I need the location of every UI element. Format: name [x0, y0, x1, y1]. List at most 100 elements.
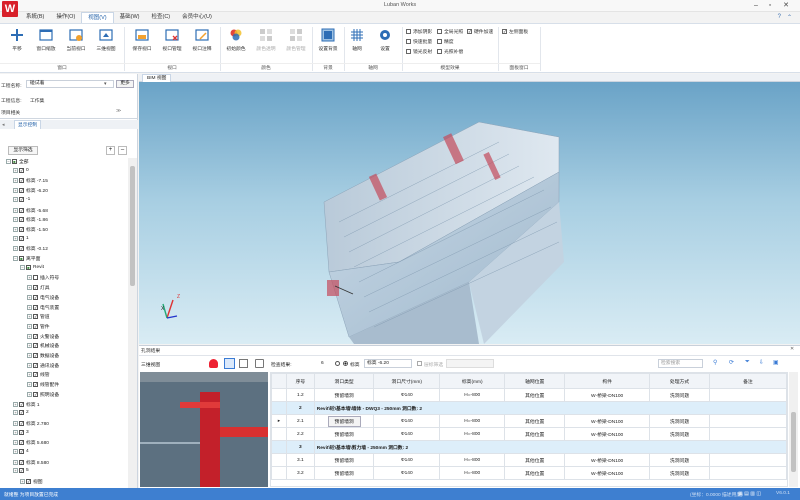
expand-icon[interactable]: +: [13, 207, 18, 213]
3d-view-button[interactable]: 三维视图: [92, 26, 120, 60]
table-row[interactable]: 2.2 预留墙洞 Φ140 H=-800 其他位置 W-桥梁-DN100 洗洞问题: [271, 427, 787, 441]
color-transparent-button[interactable]: 颜色透明: [252, 26, 280, 60]
minimize-button[interactable]: –: [750, 1, 762, 11]
column-header[interactable]: 标高(mm): [439, 373, 506, 389]
tree-checkbox[interactable]: ✓: [33, 353, 38, 358]
expand-icon[interactable]: +: [27, 304, 32, 310]
tree-item[interactable]: + ✓ 管件: [27, 323, 50, 330]
tree-checkbox[interactable]: ✓: [33, 333, 38, 339]
column-header[interactable]: 轴网位置: [504, 373, 565, 389]
tree-checkbox[interactable]: ✓: [19, 459, 24, 465]
tree-checkbox[interactable]: ✓: [33, 343, 38, 349]
expand-icon[interactable]: +: [13, 468, 18, 474]
tree-item[interactable]: + 插入符号: [27, 274, 59, 281]
tree-item[interactable]: + ✓ 标高 -6.20: [13, 187, 48, 194]
tree-checkbox[interactable]: ✓: [19, 178, 24, 184]
tree-checkbox[interactable]: ✓: [19, 226, 24, 232]
check-specular[interactable]: 镜光反射: [406, 48, 432, 55]
tree-item[interactable]: + ✓ 火警设备: [27, 333, 59, 340]
column-header[interactable]: 洞口类型: [313, 373, 375, 389]
tree-item[interactable]: + ✓ 标高 8.580: [13, 459, 49, 466]
menu-member[interactable]: 会员中心(U): [176, 12, 218, 23]
tree-checkbox[interactable]: ✓: [19, 235, 24, 241]
tree-item[interactable]: − ■ 全部: [6, 158, 29, 165]
checkbox[interactable]: [406, 29, 411, 34]
tree-checkbox[interactable]: ✓: [19, 468, 24, 474]
tree-checkbox[interactable]: ✓: [19, 188, 24, 194]
checkbox[interactable]: [437, 29, 442, 34]
radio-level[interactable]: [343, 361, 348, 366]
collapse-ribbon-icon[interactable]: ⌃: [787, 14, 792, 21]
current-viewport-button[interactable]: 当前视口: [62, 26, 90, 60]
expand-icon[interactable]: +: [27, 333, 32, 339]
expand-icon[interactable]: +: [13, 459, 18, 465]
color-manage-button[interactable]: 颜色管理: [282, 26, 310, 60]
check-fast-batch[interactable]: 快速批量: [406, 38, 432, 45]
panel-close-icon[interactable]: ✕: [790, 346, 794, 352]
settings-button[interactable]: 设置: [372, 26, 398, 60]
expand-icon[interactable]: +: [13, 196, 18, 202]
tree-item[interactable]: + ✓ 标高 2.780: [13, 420, 49, 427]
bim-3d-viewport[interactable]: Z X: [139, 82, 800, 344]
restore-button[interactable]: ▫: [764, 1, 776, 11]
tree-checkbox[interactable]: ✓: [19, 449, 24, 454]
expand-icon[interactable]: +: [27, 343, 32, 349]
tree-checkbox[interactable]: [33, 275, 38, 281]
tree-item[interactable]: + ✓ 2: [13, 410, 29, 416]
tree-item[interactable]: + ✓ 标高 1: [13, 401, 40, 408]
search-input[interactable]: 检索搜索: [658, 359, 703, 368]
layer-filter-select[interactable]: [446, 359, 494, 368]
check-global-light[interactable]: 全局光照: [437, 28, 463, 35]
expand-icon[interactable]: +: [13, 178, 18, 184]
tree-item[interactable]: − ■ Revit: [20, 264, 44, 270]
tree-item[interactable]: − ■ 离平面: [13, 255, 40, 262]
project-name-select[interactable]: 碰试着: [26, 80, 114, 88]
expand-icon[interactable]: +: [13, 235, 18, 241]
check-precision[interactable]: 精度: [437, 38, 454, 45]
tree-item[interactable]: + ✓ 4: [13, 449, 29, 454]
tree-item[interactable]: + ✓ 标高 -1.86: [13, 216, 48, 223]
tab-display-control[interactable]: 显示控制: [14, 120, 42, 129]
expand-icon[interactable]: +: [27, 362, 32, 368]
checkbox[interactable]: [406, 49, 411, 54]
tree-checkbox[interactable]: ✓: [19, 196, 24, 202]
table-row[interactable]: 1.2 预留墙洞 Φ140 H=-800 其他位置 W-桥梁-DN100 洗洞问题: [271, 388, 787, 402]
close-button[interactable]: ✕: [780, 1, 792, 11]
viewport-note-button[interactable]: 视口注释: [188, 26, 216, 60]
initial-color-button[interactable]: 初始颜色: [222, 26, 250, 60]
expand-icon[interactable]: +: [13, 429, 18, 435]
tree-checkbox[interactable]: ✓: [19, 410, 24, 416]
expand-icon[interactable]: +: [27, 372, 32, 378]
pan-button[interactable]: 平移: [4, 26, 30, 60]
fit-view-icon[interactable]: [224, 358, 235, 369]
tree-item[interactable]: + ✓ -1: [13, 196, 30, 202]
hole-type-select[interactable]: 预留墙洞: [327, 415, 361, 427]
menu-system[interactable]: 系統(B): [20, 12, 50, 23]
checkbox[interactable]: ✓: [467, 29, 472, 34]
tree-checkbox[interactable]: ✓: [33, 362, 38, 368]
tree-checkbox[interactable]: ✓: [19, 420, 24, 426]
tree-checkbox[interactable]: ■: [12, 159, 17, 164]
menu-base[interactable]: 基础(W): [114, 12, 146, 23]
tree-item[interactable]: + ✓ 灯具: [27, 284, 50, 291]
tree-item[interactable]: + ✓ 0: [13, 167, 29, 173]
table-row[interactable]: 3.2 预留墙洞 Φ140 H=-800 其他位置 W-桥梁-DN100 洗洞问题: [271, 466, 787, 480]
expand-icon[interactable]: +: [13, 167, 18, 173]
expand-icon[interactable]: +: [27, 285, 32, 291]
more-button[interactable]: 更多: [116, 80, 134, 88]
tree-item[interactable]: + ✓ 数据设备: [27, 352, 59, 359]
expand-icon[interactable]: +: [13, 440, 18, 446]
color-tool-icon[interactable]: [209, 359, 218, 368]
checkbox[interactable]: ✓: [502, 29, 507, 34]
help-icon[interactable]: ?: [778, 14, 781, 21]
checkbox[interactable]: [437, 49, 442, 54]
collapse-icon[interactable]: −: [6, 159, 11, 164]
tree-checkbox[interactable]: ✓: [33, 323, 38, 329]
radio-unselected[interactable]: [335, 361, 340, 366]
layer-filter-checkbox[interactable]: [417, 361, 422, 366]
frame-icon[interactable]: [239, 359, 248, 368]
tree-checkbox[interactable]: ✓: [33, 382, 38, 388]
tree-checkbox[interactable]: ■: [19, 256, 24, 261]
column-header[interactable]: 备注: [708, 373, 787, 389]
checkbox[interactable]: [437, 39, 442, 44]
